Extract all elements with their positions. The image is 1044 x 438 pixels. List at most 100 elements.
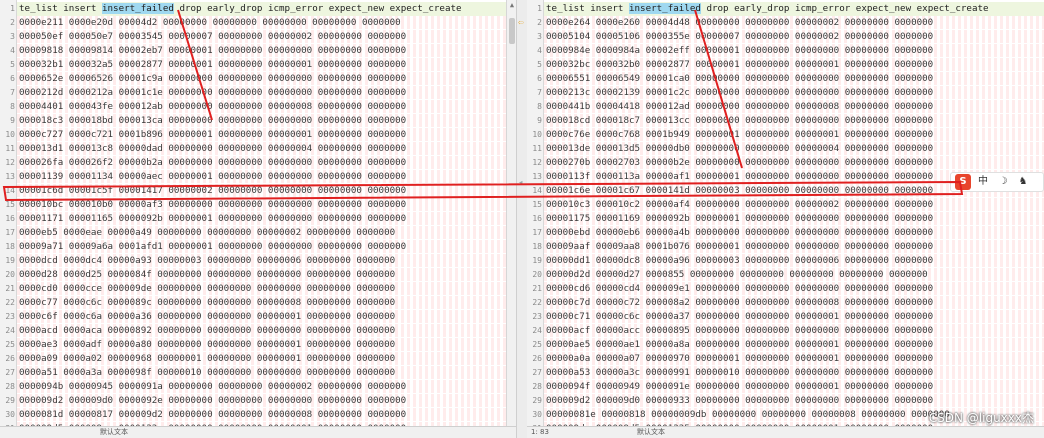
- right-compare-pane[interactable]: 1 te_list insert insert_failed drop early…: [527, 0, 1044, 438]
- text-line-row[interactable]: 12 000026fa 000026f2 00000b2a 00000000 00…: [0, 156, 516, 170]
- line-text[interactable]: 0000c77 0000c6c 0000089c 00000000 000000…: [19, 296, 395, 310]
- line-text[interactable]: 0000113f 0000113a 00000af1 00000001 0000…: [546, 170, 933, 184]
- text-line-row[interactable]: 21 0000cd0 0000cce 000009de 00000000 0000…: [0, 282, 516, 296]
- text-line-row[interactable]: 27 0000a51 0000a3a 0000098f 00000010 0000…: [0, 366, 516, 380]
- line-text[interactable]: 00000a53 00000a3c 00000991 00000010 0000…: [546, 366, 933, 380]
- text-line-row[interactable]: 4 00009818 00009814 00002eb7 00000001 000…: [0, 44, 516, 58]
- chinese-mode-button[interactable]: 中: [975, 174, 991, 190]
- text-line-row[interactable]: 7 0000212d 0000212a 00001c1e 00000000 000…: [0, 86, 516, 100]
- text-line-row[interactable]: 16 00001175 00001169 0000092b 00000001 00…: [527, 212, 1044, 226]
- line-text[interactable]: 0000094f 00000949 0000091e 00000000 0000…: [546, 380, 933, 394]
- header-text[interactable]: te_list insert insert_failed drop early_…: [546, 2, 989, 16]
- line-text[interactable]: 0000d28 0000d25 0000084f 00000000 000000…: [19, 268, 395, 282]
- text-line-row[interactable]: 9 000018cd 000018c7 000013cc 00000000 000…: [527, 114, 1044, 128]
- line-text[interactable]: 00000c71 00000c6c 00000a37 00000000 0000…: [546, 310, 933, 324]
- line-text[interactable]: 00005104 00005106 0000355e 00000007 0000…: [546, 30, 933, 44]
- line-text[interactable]: 00000dd1 00000dc8 00000a96 00000003 0000…: [546, 254, 933, 268]
- line-text[interactable]: 00000cd6 00000cd4 000009e1 00000000 0000…: [546, 282, 933, 296]
- line-text[interactable]: 0000e211 0000e20d 00004d2 00000000 00000…: [19, 16, 401, 30]
- text-line-row[interactable]: 22 00000c7d 00000c72 000008a2 00000000 00…: [527, 296, 1044, 310]
- line-text[interactable]: 0000dcd 0000dc4 00000a93 00000003 000000…: [19, 254, 395, 268]
- line-text[interactable]: 000032bc 000032b0 00002877 00000001 0000…: [546, 58, 933, 72]
- text-line-row[interactable]: 2 0000e211 0000e20d 00004d2 00000000 0000…: [0, 16, 516, 30]
- line-text[interactable]: 000010bc 000010b0 00000af3 00000000 0000…: [19, 198, 406, 212]
- text-line-row[interactable]: 5 000032bc 000032b0 00002877 00000001 000…: [527, 58, 1044, 72]
- line-text[interactable]: 0000a51 0000a3a 0000098f 00000010 000000…: [19, 366, 395, 380]
- text-line-row[interactable]: 20 0000d28 0000d25 0000084f 00000000 0000…: [0, 268, 516, 282]
- text-line-row[interactable]: 10 0000c76e 0000c768 0001b949 00000001 00…: [527, 128, 1044, 142]
- line-text[interactable]: 000013d1 000013c8 00000dad 00000000 0000…: [19, 142, 406, 156]
- text-line-row[interactable]: 21 00000cd6 00000cd4 000009e1 00000000 00…: [527, 282, 1044, 296]
- line-text[interactable]: 0000acd 0000aca 00000892 00000000 000000…: [19, 324, 395, 338]
- line-text[interactable]: 0000a09 0000a02 00000968 00000001 000000…: [19, 352, 395, 366]
- line-text[interactable]: 0000c76e 0000c768 0001b949 00000001 0000…: [546, 128, 933, 142]
- header-text[interactable]: te_list insert insert_failed drop early_…: [19, 2, 462, 16]
- line-text[interactable]: 00009a71 00009a6a 0001afd1 00000001 0000…: [19, 240, 406, 254]
- line-text[interactable]: 00001139 00001134 00000aec 00000001 0000…: [19, 170, 406, 184]
- line-text[interactable]: 00000a0a 00000a07 00000970 00000001 0000…: [546, 352, 933, 366]
- text-line-row[interactable]: 13 00001139 00001134 00000aec 00000001 00…: [0, 170, 516, 184]
- scroll-up-arrow-icon[interactable]: ▲: [507, 0, 516, 10]
- ime-floating-toolbar[interactable]: S 中 ☽ ♞: [950, 172, 1044, 192]
- text-line-row[interactable]: 12 0000270b 00002703 00000b2e 00000000 00…: [527, 156, 1044, 170]
- line-text[interactable]: 0000c727 0000c721 0001b896 00000001 0000…: [19, 128, 406, 142]
- text-line-row[interactable]: 11 000013d1 000013c8 00000dad 00000000 00…: [0, 142, 516, 156]
- text-line-row[interactable]: 27 00000a53 00000a3c 00000991 00000010 00…: [527, 366, 1044, 380]
- line-text[interactable]: 0000984e 0000984a 00002eff 00000001 0000…: [546, 44, 933, 58]
- line-text[interactable]: 00000acf 00000acc 00000895 00000000 0000…: [546, 324, 933, 338]
- skin-icon[interactable]: ♞: [1015, 174, 1031, 190]
- line-text[interactable]: 000013de 000013d5 00000db0 00000000 0000…: [546, 142, 933, 156]
- line-text[interactable]: 000032b1 000032a5 00002877 00000001 0000…: [19, 58, 406, 72]
- line-text[interactable]: 0000081d 00000817 000009d2 00000000 0000…: [19, 408, 406, 422]
- line-text[interactable]: 000018c3 000018bd 000013ca 00000000 0000…: [19, 114, 406, 128]
- text-line-row[interactable]: 5 000032b1 000032a5 00002877 00000001 000…: [0, 58, 516, 72]
- text-line-row[interactable]: 3 000050ef 000050e7 00003545 00000007 000…: [0, 30, 516, 44]
- text-line-row[interactable]: 26 0000a09 0000a02 00000968 00000001 0000…: [0, 352, 516, 366]
- text-line-row[interactable]: 29 000009d2 000009d0 0000092e 00000000 00…: [0, 394, 516, 408]
- line-text[interactable]: 000009d2 000009d0 0000092e 00000000 0000…: [19, 394, 406, 408]
- text-line-row[interactable]: 25 00000ae5 00000ae1 00000a8a 00000000 00…: [527, 338, 1044, 352]
- line-text[interactable]: 0000213c 00002139 00001c2c 00000000 0000…: [546, 86, 933, 100]
- text-line-row[interactable]: 20 00000d2d 00000d27 0000855 00000000 000…: [527, 268, 1044, 282]
- line-text[interactable]: 000026fa 000026f2 00000b2a 00000000 0000…: [19, 156, 406, 170]
- line-text[interactable]: 00009aaf 00009aa8 0001b076 00000001 0000…: [546, 240, 933, 254]
- line-text[interactable]: 00001c6d 00001c5f 00001417 00000002 0000…: [19, 184, 406, 198]
- line-text[interactable]: 00000ae5 00000ae1 00000a8a 00000000 0000…: [546, 338, 933, 352]
- line-text[interactable]: 000010c3 000010c2 00000af4 00000000 0000…: [546, 198, 933, 212]
- text-line-row[interactable]: 2 0000e264 0000e260 00004d48 00000000 000…: [527, 16, 1044, 30]
- text-line-row[interactable]: 4 0000984e 0000984a 00002eff 00000001 000…: [527, 44, 1044, 58]
- line-text[interactable]: 0000eb5 0000eae 00000a49 00000000 000000…: [19, 226, 395, 240]
- line-text[interactable]: 00000ebd 00000eb6 00000a4b 00000000 0000…: [546, 226, 933, 240]
- sogou-logo-icon[interactable]: S: [955, 174, 971, 190]
- text-line-row[interactable]: 23 00000c71 00000c6c 00000a37 00000000 00…: [527, 310, 1044, 324]
- text-line-row[interactable]: 7 0000213c 00002139 00001c2c 00000000 000…: [527, 86, 1044, 100]
- text-line-row[interactable]: 17 00000ebd 00000eb6 00000a4b 00000000 00…: [527, 226, 1044, 240]
- column-header-row[interactable]: 1 te_list insert insert_failed drop early…: [0, 2, 516, 16]
- text-line-row[interactable]: 8 00004401 000043fe 000012ab 00000000 000…: [0, 100, 516, 114]
- text-line-row[interactable]: 15 000010c3 000010c2 00000af4 00000000 00…: [527, 198, 1044, 212]
- text-line-row[interactable]: 14 00001c6d 00001c5f 00001417 00000002 00…: [0, 184, 516, 198]
- line-text[interactable]: 0000094b 00000945 0000091a 00000000 0000…: [19, 380, 406, 394]
- line-text[interactable]: 0000ae3 0000adf 00000a80 00000000 000000…: [19, 338, 395, 352]
- text-line-row[interactable]: 6 00006551 00006549 00001ca0 00000000 000…: [527, 72, 1044, 86]
- line-text[interactable]: 00001c6e 00001c67 0000141d 00000003 0000…: [546, 184, 933, 198]
- line-text[interactable]: 00000c7d 00000c72 000008a2 00000000 0000…: [546, 296, 933, 310]
- text-line-row[interactable]: 24 00000acf 00000acc 00000895 00000000 00…: [527, 324, 1044, 338]
- line-text[interactable]: 000050ef 000050e7 00003545 00000007 0000…: [19, 30, 406, 44]
- line-text[interactable]: 0000e264 0000e260 00004d48 00000000 0000…: [546, 16, 933, 30]
- left-scroll-thumb[interactable]: [509, 18, 515, 44]
- text-line-row[interactable]: 10 0000c727 0000c721 0001b896 00000001 00…: [0, 128, 516, 142]
- moon-icon[interactable]: ☽: [995, 174, 1011, 190]
- text-line-row[interactable]: 18 00009aaf 00009aa8 0001b076 00000001 00…: [527, 240, 1044, 254]
- line-text[interactable]: 000009d2 000009d0 00000933 00000000 0000…: [546, 394, 933, 408]
- text-line-row[interactable]: 16 00001171 00001165 0000092b 00000001 00…: [0, 212, 516, 226]
- line-text[interactable]: 0000270b 00002703 00000b2e 00000000 0000…: [546, 156, 933, 170]
- text-line-row[interactable]: 24 0000acd 0000aca 00000892 00000000 0000…: [0, 324, 516, 338]
- text-line-row[interactable]: 28 0000094f 00000949 0000091e 00000000 00…: [527, 380, 1044, 394]
- line-text[interactable]: 0000652e 00006526 00001c9a 00000000 0000…: [19, 72, 406, 86]
- line-text[interactable]: 0000c6f 0000c6a 00000a36 00000000 000000…: [19, 310, 395, 324]
- text-line-row[interactable]: 3 00005104 00005106 0000355e 00000007 000…: [527, 30, 1044, 44]
- line-text[interactable]: 0000441b 00004418 000012ad 00000000 0000…: [546, 100, 933, 114]
- text-line-row[interactable]: 9 000018c3 000018bd 000013ca 00000000 000…: [0, 114, 516, 128]
- text-line-row[interactable]: 26 00000a0a 00000a07 00000970 00000001 00…: [527, 352, 1044, 366]
